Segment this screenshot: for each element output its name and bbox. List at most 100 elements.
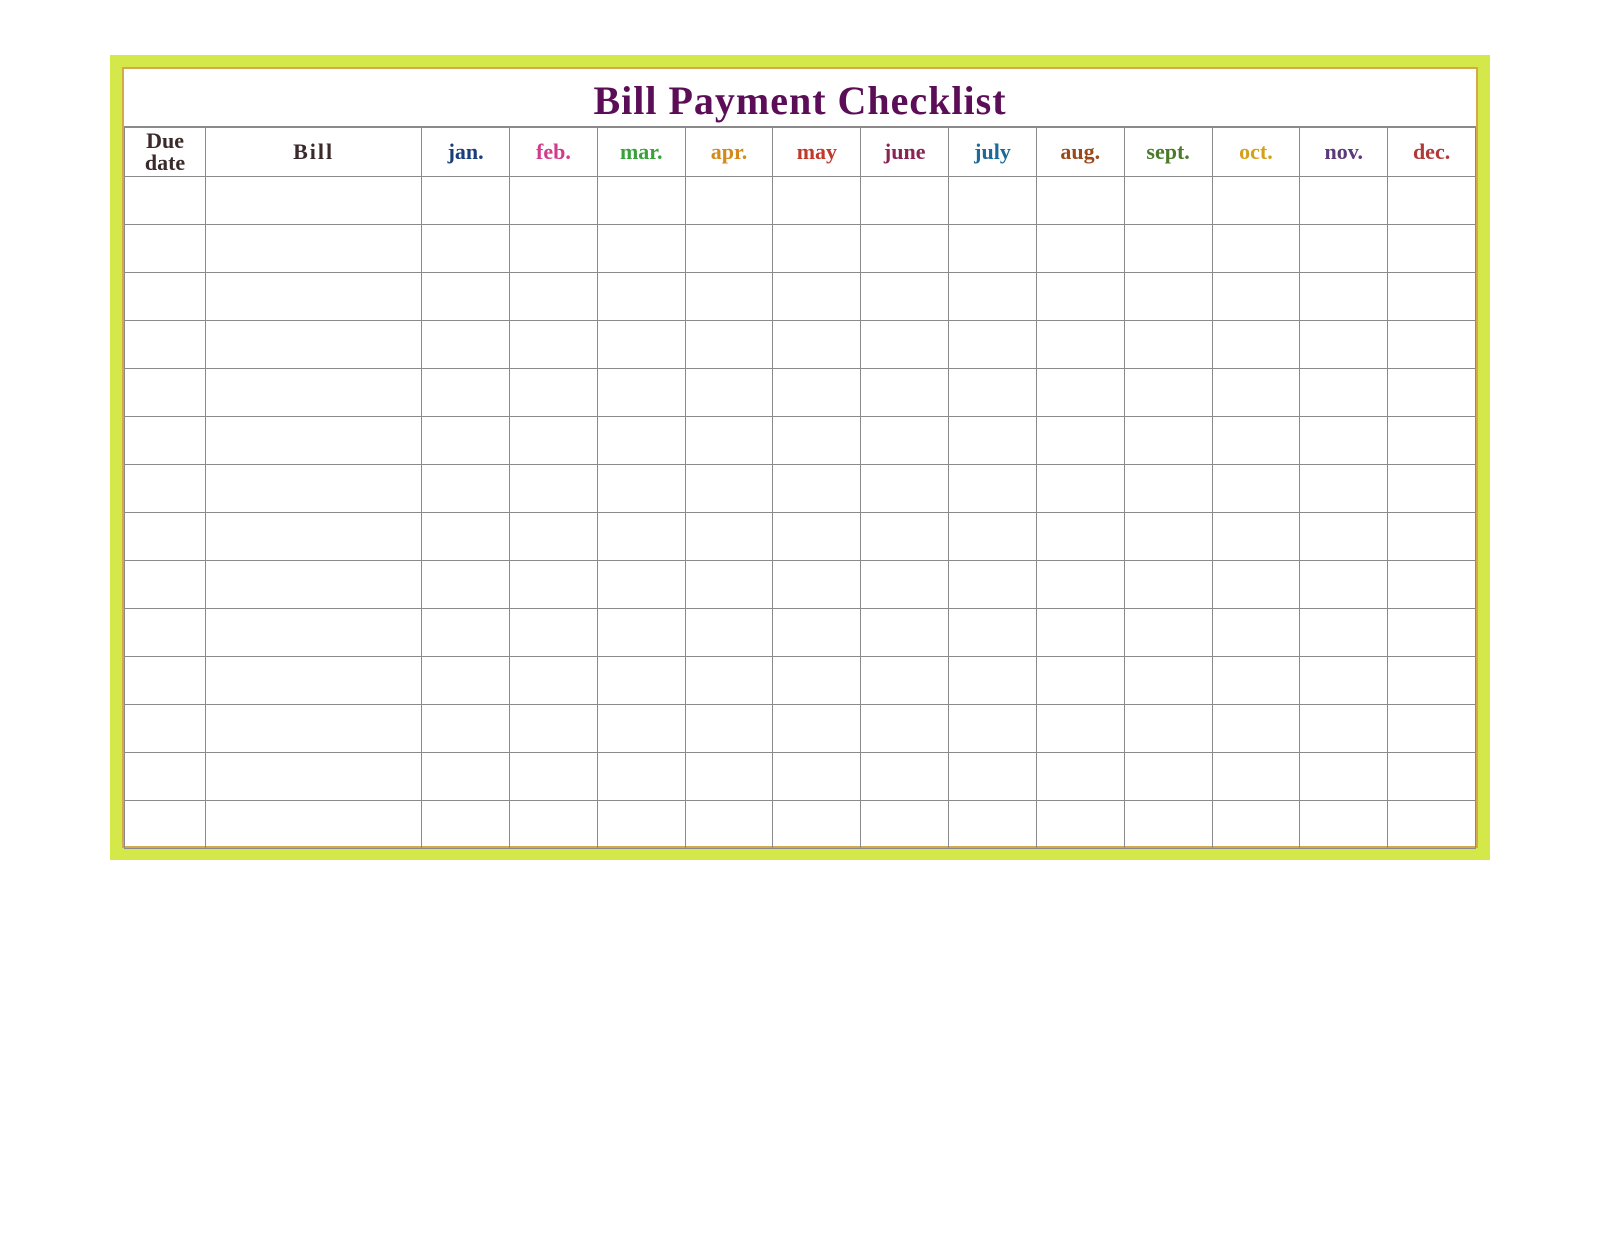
cell-bill[interactable] xyxy=(206,609,422,657)
cell-month[interactable] xyxy=(773,369,861,417)
cell-bill[interactable] xyxy=(206,273,422,321)
cell-month[interactable] xyxy=(1036,177,1124,225)
cell-bill[interactable] xyxy=(206,801,422,849)
cell-month[interactable] xyxy=(597,657,685,705)
cell-month[interactable] xyxy=(1212,753,1300,801)
cell-bill[interactable] xyxy=(206,225,422,273)
cell-due-date[interactable] xyxy=(125,177,206,225)
cell-month[interactable] xyxy=(773,417,861,465)
cell-month[interactable] xyxy=(685,705,773,753)
cell-month[interactable] xyxy=(1036,801,1124,849)
cell-month[interactable] xyxy=(1124,417,1212,465)
cell-month[interactable] xyxy=(861,417,949,465)
cell-month[interactable] xyxy=(597,513,685,561)
cell-month[interactable] xyxy=(949,753,1037,801)
cell-month[interactable] xyxy=(1300,177,1388,225)
cell-month[interactable] xyxy=(422,465,510,513)
cell-month[interactable] xyxy=(422,369,510,417)
cell-month[interactable] xyxy=(773,321,861,369)
cell-month[interactable] xyxy=(1124,273,1212,321)
cell-month[interactable] xyxy=(861,609,949,657)
cell-month[interactable] xyxy=(1036,561,1124,609)
cell-month[interactable] xyxy=(1388,561,1476,609)
cell-month[interactable] xyxy=(1300,225,1388,273)
cell-month[interactable] xyxy=(773,177,861,225)
cell-month[interactable] xyxy=(1300,321,1388,369)
cell-month[interactable] xyxy=(510,417,598,465)
cell-month[interactable] xyxy=(773,609,861,657)
cell-month[interactable] xyxy=(510,753,598,801)
cell-month[interactable] xyxy=(949,801,1037,849)
cell-month[interactable] xyxy=(773,705,861,753)
cell-month[interactable] xyxy=(1388,369,1476,417)
cell-month[interactable] xyxy=(597,465,685,513)
cell-month[interactable] xyxy=(1036,657,1124,705)
cell-bill[interactable] xyxy=(206,561,422,609)
cell-month[interactable] xyxy=(1124,801,1212,849)
cell-month[interactable] xyxy=(773,513,861,561)
cell-month[interactable] xyxy=(510,657,598,705)
cell-month[interactable] xyxy=(773,753,861,801)
cell-month[interactable] xyxy=(861,225,949,273)
cell-month[interactable] xyxy=(773,657,861,705)
cell-month[interactable] xyxy=(949,609,1037,657)
cell-month[interactable] xyxy=(1036,417,1124,465)
cell-month[interactable] xyxy=(685,561,773,609)
cell-month[interactable] xyxy=(1124,225,1212,273)
cell-month[interactable] xyxy=(597,273,685,321)
cell-due-date[interactable] xyxy=(125,609,206,657)
cell-month[interactable] xyxy=(1036,369,1124,417)
cell-due-date[interactable] xyxy=(125,321,206,369)
cell-month[interactable] xyxy=(510,465,598,513)
cell-month[interactable] xyxy=(1124,177,1212,225)
cell-month[interactable] xyxy=(422,705,510,753)
cell-month[interactable] xyxy=(685,417,773,465)
cell-month[interactable] xyxy=(1300,417,1388,465)
cell-month[interactable] xyxy=(1124,561,1212,609)
cell-month[interactable] xyxy=(422,417,510,465)
cell-month[interactable] xyxy=(422,561,510,609)
cell-month[interactable] xyxy=(1300,369,1388,417)
cell-due-date[interactable] xyxy=(125,705,206,753)
cell-month[interactable] xyxy=(422,225,510,273)
cell-month[interactable] xyxy=(1124,705,1212,753)
cell-month[interactable] xyxy=(1212,417,1300,465)
cell-month[interactable] xyxy=(685,465,773,513)
cell-month[interactable] xyxy=(1124,609,1212,657)
cell-month[interactable] xyxy=(949,657,1037,705)
cell-month[interactable] xyxy=(861,513,949,561)
cell-due-date[interactable] xyxy=(125,225,206,273)
cell-month[interactable] xyxy=(1212,225,1300,273)
cell-month[interactable] xyxy=(510,609,598,657)
cell-month[interactable] xyxy=(949,225,1037,273)
cell-month[interactable] xyxy=(861,657,949,705)
cell-month[interactable] xyxy=(773,465,861,513)
cell-month[interactable] xyxy=(597,561,685,609)
cell-month[interactable] xyxy=(773,273,861,321)
cell-month[interactable] xyxy=(1388,801,1476,849)
cell-month[interactable] xyxy=(1388,177,1476,225)
cell-month[interactable] xyxy=(1036,465,1124,513)
cell-month[interactable] xyxy=(1388,273,1476,321)
cell-month[interactable] xyxy=(1300,657,1388,705)
cell-month[interactable] xyxy=(597,753,685,801)
cell-bill[interactable] xyxy=(206,657,422,705)
cell-month[interactable] xyxy=(422,321,510,369)
cell-bill[interactable] xyxy=(206,369,422,417)
cell-month[interactable] xyxy=(1300,465,1388,513)
cell-month[interactable] xyxy=(949,465,1037,513)
cell-month[interactable] xyxy=(1212,465,1300,513)
cell-month[interactable] xyxy=(1212,609,1300,657)
cell-month[interactable] xyxy=(861,561,949,609)
cell-due-date[interactable] xyxy=(125,417,206,465)
cell-month[interactable] xyxy=(1212,321,1300,369)
cell-month[interactable] xyxy=(597,705,685,753)
cell-bill[interactable] xyxy=(206,417,422,465)
cell-due-date[interactable] xyxy=(125,753,206,801)
cell-month[interactable] xyxy=(1388,705,1476,753)
cell-month[interactable] xyxy=(1036,273,1124,321)
cell-month[interactable] xyxy=(422,753,510,801)
cell-month[interactable] xyxy=(510,801,598,849)
cell-month[interactable] xyxy=(597,417,685,465)
cell-bill[interactable] xyxy=(206,177,422,225)
